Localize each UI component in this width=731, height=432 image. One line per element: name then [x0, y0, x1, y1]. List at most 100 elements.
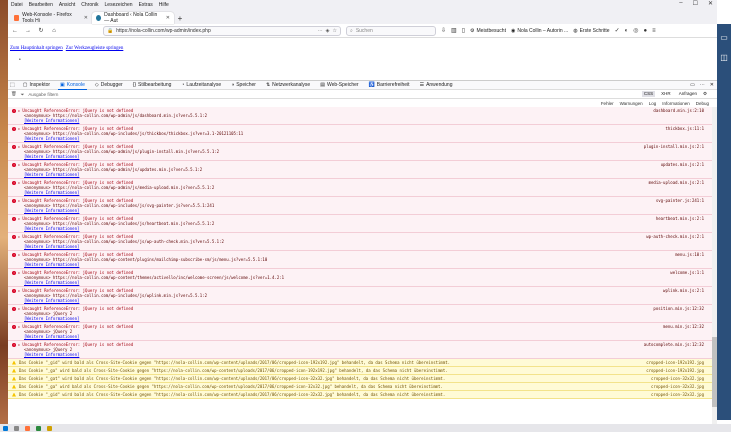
tab-web-speicher[interactable]: ▤ Web-Speicher	[318, 80, 360, 90]
error-source-link[interactable]: position.min.js:12:32	[653, 306, 704, 311]
filter-warnungen[interactable]: Warnungen	[620, 101, 643, 106]
warning-source-link[interactable]: cropped-icon-32x32.jpg	[651, 376, 704, 381]
filter-css[interactable]: CSS	[641, 91, 656, 97]
more-info-link[interactable]: [Weitere Informationen]	[12, 244, 704, 249]
reload-icon[interactable]: ↻	[37, 27, 45, 34]
menu-datei[interactable]: Datei	[11, 2, 23, 8]
filter-xhr[interactable]: XHR	[659, 91, 673, 97]
more-info-link[interactable]: [Weitere Informationen]	[12, 190, 704, 195]
expand-arrow-icon[interactable]: ▸	[18, 162, 20, 167]
console-error-message[interactable]: ! ▸ Uncaught ReferenceError: jQuery is not…	[8, 125, 712, 143]
tab-stilbearbeitung[interactable]: {} Stilbearbeitung	[131, 80, 174, 90]
more-info-link[interactable]: [Weitere Informationen]	[12, 154, 704, 159]
error-source-link[interactable]: updates.min.js:2:1	[661, 162, 704, 167]
more-info-link[interactable]: [Weitere Informationen]	[12, 226, 704, 231]
console-warning-message[interactable]: Das Cookie "_ga" wird bald als Cross-Sit…	[8, 383, 712, 391]
filter-log[interactable]: Log	[649, 101, 657, 106]
responsive-design-icon[interactable]: ▭	[690, 82, 695, 88]
tab-barrierefreiheit[interactable]: ♿ Barrierefreiheit	[367, 80, 412, 90]
menu-extras[interactable]: Extras	[139, 2, 153, 8]
expand-arrow-icon[interactable]: ▸	[18, 324, 20, 329]
more-info-link[interactable]: [Weitere Informationen]	[12, 172, 704, 177]
skip-to-toolbar-link[interactable]: Zur Werkzeugleiste springen	[66, 46, 124, 51]
error-source-link[interactable]: svg-painter.js:241:1	[656, 198, 704, 203]
side-panel-icon[interactable]: ◫	[717, 50, 731, 64]
forward-icon[interactable]: →	[24, 28, 32, 34]
search-icon[interactable]	[14, 425, 19, 431]
expand-arrow-icon[interactable]: ▸	[18, 108, 20, 113]
home-icon[interactable]: ⌂	[50, 28, 58, 34]
library-icon[interactable]: ▥	[451, 27, 457, 34]
tab-netzwerkanalyse[interactable]: ⇅ Netzwerkanalyse	[264, 80, 312, 90]
menu-hilfe[interactable]: Hilfe	[159, 2, 169, 8]
close-devtools-icon[interactable]: ✕	[710, 82, 714, 88]
console-error-message[interactable]: ! ▸ Uncaught ReferenceError: jQuery is not…	[8, 197, 712, 215]
pocket-icon[interactable]: ◈	[326, 28, 330, 34]
expand-arrow-icon[interactable]: ▸	[18, 198, 20, 203]
url-bar[interactable]: 🔒 https://nola-collin.com/wp-admin/index…	[103, 25, 341, 36]
page-actions-icon[interactable]: ⋯	[318, 28, 323, 34]
console-error-message[interactable]: ! ▸ Uncaught ReferenceError: jQuery is not…	[8, 305, 712, 323]
error-source-link[interactable]: menu.min.js:12:32	[663, 324, 704, 329]
more-info-link[interactable]: [Weitere Informationen]	[12, 334, 704, 339]
more-info-link[interactable]: [Weitere Informationen]	[12, 352, 704, 357]
sidebar-icon[interactable]: ▯	[462, 27, 465, 34]
error-source-link[interactable]: wplink.min.js:2:1	[663, 288, 704, 293]
back-icon[interactable]: ←	[11, 28, 19, 34]
more-info-link[interactable]: [Weitere Informationen]	[12, 262, 704, 267]
tab-inspektor[interactable]: ▢ Inspektor	[21, 80, 52, 90]
expand-arrow-icon[interactable]: ▸	[18, 288, 20, 293]
tab-anwendung[interactable]: ☰ Anwendung	[418, 80, 455, 90]
error-source-link[interactable]: heartbeat.min.js:2:1	[656, 216, 704, 221]
tab-web-console[interactable]: Web-Konsole - Firefox Tools Hi ✕	[10, 12, 92, 24]
console-error-message[interactable]: ! ▸ Uncaught ReferenceError: jQuery is not…	[8, 107, 712, 125]
more-info-link[interactable]: [Weitere Informationen]	[12, 316, 704, 321]
tab-speicher[interactable]: ◑ Speicher	[229, 80, 258, 90]
error-source-link[interactable]: plugin-install.min.js:2:1	[644, 144, 704, 149]
app-icon[interactable]	[36, 425, 41, 431]
bookmark-nola-collin[interactable]: ◉ Nola Collin – Autorin ...	[511, 28, 568, 34]
tab-debugger[interactable]: ◇ Debugger	[93, 80, 125, 90]
trash-icon[interactable]: 🗑	[11, 91, 17, 97]
menu-lesezeichen[interactable]: Lesezeichen	[105, 2, 133, 8]
side-panel-icon[interactable]: ▭	[717, 30, 731, 44]
more-info-link[interactable]: [Weitere Informationen]	[12, 136, 704, 141]
expand-arrow-icon[interactable]: ▸	[18, 252, 20, 257]
more-info-link[interactable]: [Weitere Informationen]	[12, 118, 704, 123]
console-error-message[interactable]: ! ▸ Uncaught ReferenceError: jQuery is not…	[8, 215, 712, 233]
console-warning-message[interactable]: Das Cookie "_gid" wird bald als Cross-Si…	[8, 359, 712, 367]
error-source-link[interactable]: autocomplete.min.js:12:32	[644, 342, 704, 347]
filter-debug[interactable]: Debug	[696, 101, 709, 106]
search-bar[interactable]: ⌕ Suchen	[346, 25, 436, 36]
expand-arrow-icon[interactable]: ▸	[18, 180, 20, 185]
filter-input[interactable]: Ausgabe filtern	[28, 92, 58, 97]
start-icon[interactable]	[3, 425, 8, 431]
tab-dashboard[interactable]: Dashboard ‹ Nola Collin — Aut ✕	[92, 12, 174, 24]
error-source-link[interactable]: media-upload.min.js:2:1	[649, 180, 704, 185]
pick-element-icon[interactable]: ⬚	[10, 82, 15, 88]
downloads-icon[interactable]: ⇩	[441, 27, 446, 34]
warning-source-link[interactable]: cropped-icon-32x32.jpg	[651, 392, 704, 397]
console-error-message[interactable]: ! ▸ Uncaught ReferenceError: jQuery is not…	[8, 233, 712, 251]
tab-laufzeitanalyse[interactable]: ◔ Laufzeitanalyse	[179, 80, 223, 90]
error-source-link[interactable]: thickbox.js:11:1	[665, 126, 704, 131]
close-tab-icon[interactable]: ✕	[84, 15, 88, 21]
maximize-icon[interactable]: ☐	[693, 0, 698, 7]
console-error-message[interactable]: ! ▸ Uncaught ReferenceError: jQuery is not…	[8, 251, 712, 269]
bookmark-meistbesucht[interactable]: ⚙ Meistbesucht	[470, 28, 506, 34]
menu-chronik[interactable]: Chronik	[81, 2, 98, 8]
expand-arrow-icon[interactable]: ▸	[18, 126, 20, 131]
close-tab-icon[interactable]: ✕	[166, 15, 170, 21]
extension-icon[interactable]: ◎	[633, 27, 638, 34]
bookmark-star-icon[interactable]: ☆	[333, 28, 337, 34]
menu-icon[interactable]: ≡	[652, 28, 656, 34]
console-error-message[interactable]: ! ▸ Uncaught ReferenceError: jQuery is not…	[8, 143, 712, 161]
filter-anfragen[interactable]: Anfragen	[677, 91, 699, 97]
console-error-message[interactable]: ! ▸ Uncaught ReferenceError: jQuery is not…	[8, 287, 712, 305]
warning-source-link[interactable]: cropped-icon-32x32.jpg	[651, 384, 704, 389]
filter-fehler[interactable]: Fehler	[601, 101, 614, 106]
tab-konsole[interactable]: ▣ Konsole	[58, 80, 87, 90]
error-source-link[interactable]: wp-auth-check.min.js:2:1	[646, 234, 704, 239]
more-info-link[interactable]: [Weitere Informationen]	[12, 280, 704, 285]
filter-informationen[interactable]: Informationen	[662, 101, 690, 106]
